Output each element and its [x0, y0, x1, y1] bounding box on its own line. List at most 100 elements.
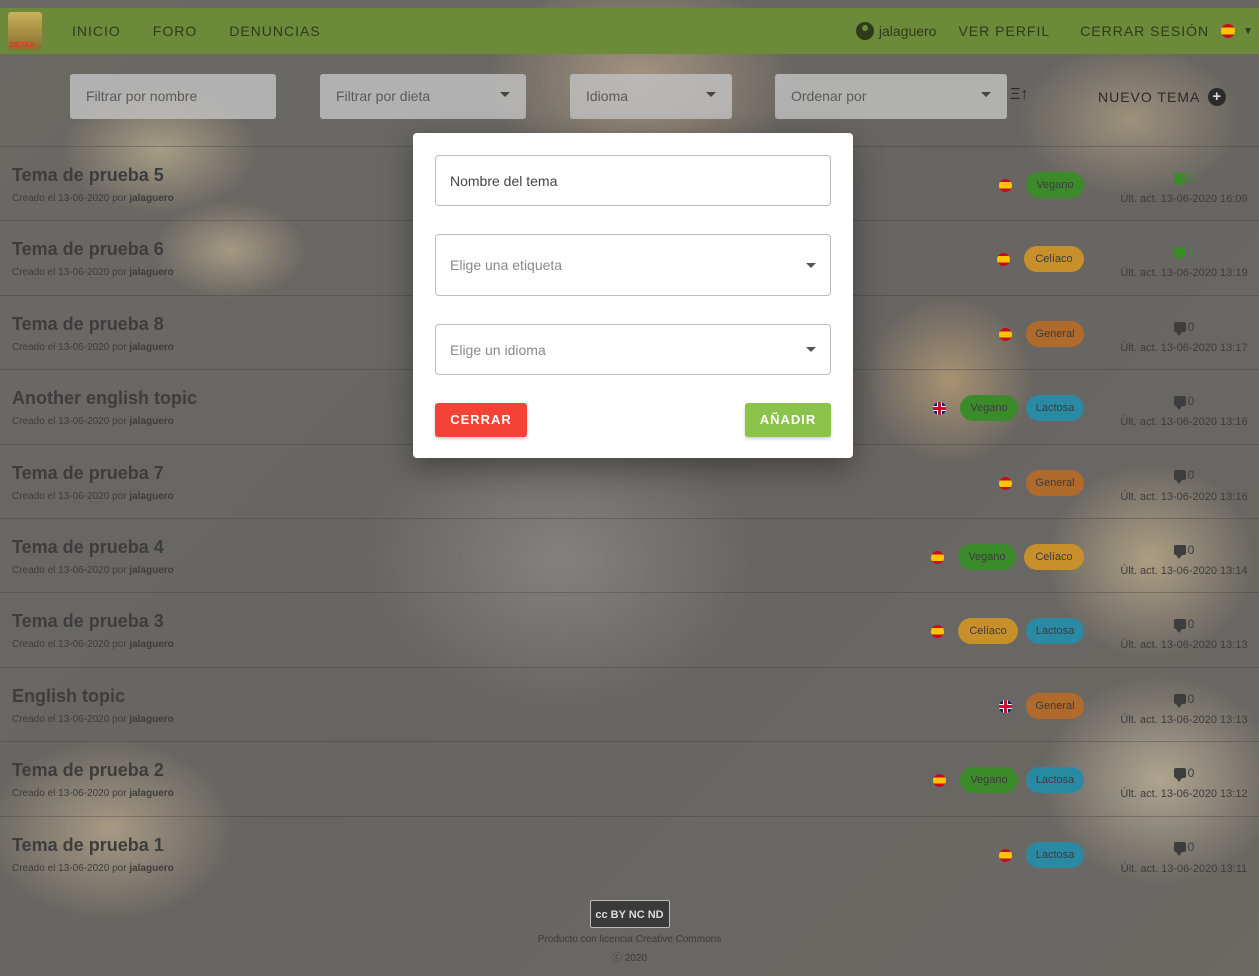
topic-meta: Creado el 13-06-2020 por jalaguero	[12, 863, 174, 874]
sort-direction-icon[interactable]: Ξ↑	[1010, 86, 1028, 104]
nav-link-inicio[interactable]: INICIO	[72, 23, 121, 39]
topic-title[interactable]: Tema de prueba 3	[12, 611, 164, 632]
topic-stats: 0 Últ. act. 13-06-2020 13:14	[1109, 541, 1259, 577]
topic-title[interactable]: Tema de prueba 2	[12, 760, 164, 781]
last-updated: Últ. act. 13-06-2020 13:16	[1120, 416, 1248, 429]
topic-row[interactable]: English topic Creado el 13-06-2020 por ja…	[0, 666, 1259, 741]
topic-title[interactable]: Tema de prueba 4	[12, 537, 164, 558]
topic-author[interactable]: jalaguero	[129, 416, 173, 427]
topic-author[interactable]: jalaguero	[129, 639, 173, 650]
comment-count: 0	[1187, 840, 1195, 855]
topic-meta: Creado el 13-06-2020 por jalaguero	[12, 788, 174, 799]
tag-badge: Lactosa	[1026, 841, 1084, 868]
topic-author[interactable]: jalaguero	[129, 491, 173, 502]
topic-title[interactable]: Tema de prueba 1	[12, 835, 164, 856]
topic-title[interactable]: English topic	[12, 686, 125, 707]
filter-language-placeholder: Idioma	[586, 88, 629, 104]
spain-flag-icon[interactable]	[1221, 24, 1236, 38]
tag-badge: General	[1026, 692, 1084, 719]
footer: cc BY NC ND Producto con licencia Creati…	[0, 900, 1259, 964]
topic-meta: Creado el 13-06-2020 por jalaguero	[12, 714, 174, 725]
topic-row[interactable]: Tema de prueba 4 Creado el 13-06-2020 por…	[0, 517, 1259, 592]
creative-commons-badge[interactable]: cc BY NC ND	[589, 900, 670, 928]
topic-row[interactable]: Tema de prueba 1 Creado el 13-06-2020 por…	[0, 815, 1259, 890]
topic-author[interactable]: jalaguero	[129, 267, 173, 278]
topic-stats: 0 Últ. act. 13-06-2020 13:13	[1109, 690, 1259, 726]
topic-stats: 0 Últ. act. 13-06-2020 13:17	[1109, 318, 1259, 354]
last-updated: Últ. act. 13-06-2020 13:13	[1120, 713, 1248, 726]
tag-select[interactable]: Elige una etiqueta	[435, 234, 831, 296]
comment-count: 0	[1187, 617, 1195, 632]
comment-count: 0	[1187, 319, 1195, 334]
topic-created-text: Creado el 13-06-2020 por	[12, 341, 130, 353]
order-by-select[interactable]: Ordenar por	[775, 74, 1007, 119]
filter-language-select[interactable]: Idioma	[570, 74, 732, 119]
topic-created-text: Creado el 13-06-2020 por	[12, 490, 130, 502]
nav-username[interactable]: jalaguero	[879, 23, 937, 39]
filter-diet-placeholder: Filtrar por dieta	[336, 88, 431, 104]
topic-meta: Creado el 13-06-2020 por jalaguero	[12, 416, 174, 427]
topic-title[interactable]: Tema de prueba 6	[12, 239, 164, 260]
comment-count: 0	[1187, 765, 1195, 780]
logo-text: DIETAS	[9, 42, 35, 49]
nav-link-denuncias[interactable]: DENUNCIAS	[229, 23, 320, 39]
tag-badge: Lactosa	[1026, 395, 1084, 422]
spain-flag-icon	[999, 327, 1012, 341]
last-updated: Últ. act. 13-06-2020 13:11	[1120, 862, 1248, 875]
topic-created-text: Creado el 13-06-2020 por	[12, 862, 130, 874]
filter-name-input[interactable]: Filtrar por nombre	[70, 74, 276, 119]
spain-flag-icon	[997, 253, 1010, 267]
language-chevron-down-icon[interactable]: ▼	[1243, 26, 1253, 37]
tag-badge: Vegano	[960, 767, 1018, 794]
topic-created-text: Creado el 13-06-2020 por	[12, 416, 130, 428]
spain-flag-icon	[933, 774, 946, 788]
new-topic-button[interactable]: NUEVO TEMA +	[1098, 88, 1227, 106]
tag-badge: Celíaco	[958, 618, 1018, 645]
site-logo[interactable]: DIETAS	[8, 12, 42, 50]
tag-badge: Vegano	[958, 543, 1016, 570]
topic-stats: 1 Últ. act. 13-06-2020 13:19	[1109, 243, 1259, 279]
topic-author[interactable]: jalaguero	[129, 193, 173, 204]
topic-title[interactable]: Tema de prueba 8	[12, 314, 164, 335]
close-button[interactable]: CERRAR	[435, 403, 527, 437]
tag-badge: Lactosa	[1026, 618, 1084, 645]
last-updated: Últ. act. 13-06-2020 13:14	[1120, 564, 1248, 577]
comment-count: 0	[1187, 691, 1195, 706]
topic-title[interactable]: Tema de prueba 7	[12, 463, 164, 484]
topic-title[interactable]: Another english topic	[12, 388, 197, 409]
nav-link-ver-perfil[interactable]: VER PERFIL	[958, 23, 1050, 39]
comment-icon	[1173, 693, 1186, 708]
chevron-down-icon	[706, 92, 716, 97]
topic-author[interactable]: jalaguero	[129, 714, 173, 725]
nav-link-foro[interactable]: FORO	[153, 23, 197, 39]
topic-meta: Creado el 13-06-2020 por jalaguero	[12, 342, 174, 353]
topic-name-input[interactable]: Nombre del tema	[435, 155, 831, 206]
footer-license-text: Producto con licencia Creative Commons	[537, 934, 722, 945]
nav-link-cerrar-sesion[interactable]: CERRAR SESIÓN	[1080, 23, 1209, 39]
topic-row[interactable]: Tema de prueba 2 Creado el 13-06-2020 por…	[0, 741, 1259, 815]
topic-stats: 0 Últ. act. 13-06-2020 13:11	[1109, 839, 1259, 875]
tag-badge: Lactosa	[1026, 767, 1084, 794]
topic-author[interactable]: jalaguero	[129, 342, 173, 353]
uk-flag-icon	[933, 402, 946, 416]
account-circle-icon	[855, 22, 874, 40]
add-button[interactable]: AÑADIR	[745, 403, 831, 437]
topic-author[interactable]: jalaguero	[129, 565, 173, 576]
new-topic-label: NUEVO TEMA	[1098, 89, 1201, 105]
topic-author[interactable]: jalaguero	[129, 788, 173, 799]
topic-title[interactable]: Tema de prueba 5	[12, 165, 164, 186]
topic-stats: 0 Últ. act. 13-06-2020 13:13	[1109, 615, 1259, 651]
language-select-placeholder: Elige un idioma	[450, 341, 546, 358]
topic-author[interactable]: jalaguero	[129, 863, 173, 874]
comment-icon	[1173, 544, 1186, 559]
comment-count: 1	[1187, 245, 1195, 260]
topic-meta: Creado el 13-06-2020 por jalaguero	[12, 193, 174, 204]
filter-diet-select[interactable]: Filtrar por dieta	[320, 74, 526, 119]
tag-badge: General	[1026, 320, 1084, 347]
topic-row[interactable]: Tema de prueba 3 Creado el 13-06-2020 por…	[0, 592, 1259, 666]
topic-created-text: Creado el 13-06-2020 por	[12, 564, 130, 576]
language-select[interactable]: Elige un idioma	[435, 324, 831, 375]
nav-right-group: jalaguero VER PERFIL CERRAR SESIÓN ▼	[855, 22, 1259, 40]
comment-count: 0	[1187, 393, 1195, 408]
comment-count: 0	[1187, 468, 1195, 483]
